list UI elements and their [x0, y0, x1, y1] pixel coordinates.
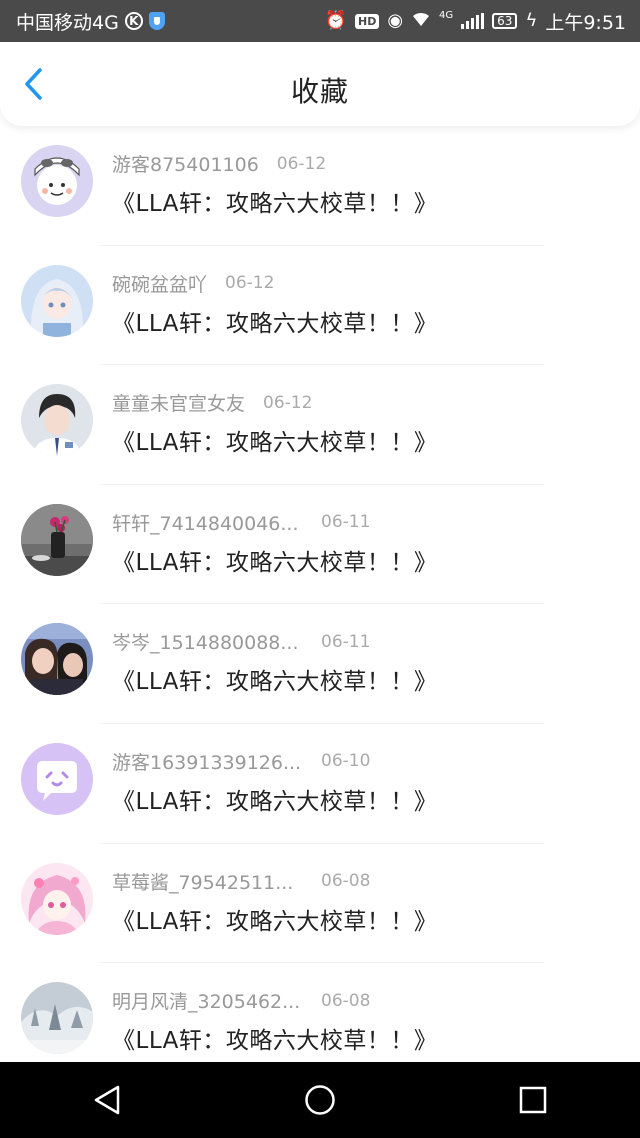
avatar[interactable] [21, 264, 93, 337]
post-title[interactable]: 《LLA轩：攻略六大校草！！》 [112, 1021, 437, 1055]
charging-icon: ϟ [525, 10, 538, 31]
item-meta: 岑岑_1514880088... 06-11 [112, 628, 370, 655]
item-meta: 草莓酱_79542511... 06-08 [112, 868, 370, 895]
post-date: 06-11 [321, 631, 371, 652]
post-date: 06-10 [321, 751, 371, 772]
list-item[interactable]: 草莓酱_79542511... 06-08 《LLA轩：攻略六大校草！！》 [0, 844, 640, 964]
avatar[interactable] [21, 862, 93, 935]
item-meta: 碗碗盆盆吖 06-12 [112, 270, 274, 297]
avatar[interactable] [21, 503, 93, 576]
post-title[interactable]: 《LLA轩：攻略六大校草！！》 [112, 782, 437, 816]
post-date: 06-08 [321, 990, 371, 1011]
username: 草莓酱_79542511... [112, 871, 294, 894]
username: 童童未官宣女友 [112, 393, 246, 416]
avatar[interactable] [21, 384, 93, 457]
avatar[interactable] [21, 623, 93, 696]
wifi-icon [411, 11, 431, 31]
avatar[interactable] [21, 145, 93, 217]
carrier-label: 中国移动4G [16, 11, 119, 34]
system-nav-bar [0, 1062, 640, 1138]
post-title[interactable]: 《LLA轩：攻略六大校草！！》 [112, 662, 437, 696]
list-item[interactable]: 碗碗盆盆吖 06-12 《LLA轩：攻略六大校草！！》 [0, 246, 640, 366]
post-date: 06-12 [276, 153, 327, 174]
alarm-icon: ⏰ [324, 10, 347, 31]
list-item[interactable]: 轩轩_7414840046... 06-11 《LLA轩：攻略六大校草！！》 [0, 485, 640, 605]
post-title[interactable]: 《LLA轩：攻略六大校草！！》 [112, 304, 437, 338]
eye-icon: ◉ [387, 10, 404, 31]
post-title[interactable]: 《LLA轩：攻略六大校草！！》 [112, 902, 437, 936]
username: 岑岑_1514880088... [112, 632, 299, 655]
list-item[interactable]: 明月风清_3205462... 06-08 《LLA轩：攻略六大校草！！》 [0, 963, 640, 1062]
post-title[interactable]: 《LLA轩：攻略六大校草！！》 [112, 543, 437, 577]
avatar[interactable] [21, 742, 93, 815]
post-date: 06-12 [263, 392, 313, 413]
item-meta: 轩轩_7414840046... 06-11 [112, 509, 370, 536]
battery-icon: 63 [492, 13, 518, 29]
username: 碗碗盆盆吖 [112, 273, 208, 296]
post-date: 06-12 [225, 273, 275, 294]
username: 轩轩_7414840046... [112, 512, 299, 535]
list-item[interactable]: 游客875401106 06-12 《LLA轩：攻略六大校草！！》 [0, 126, 640, 246]
nav-recents-button[interactable] [503, 1070, 563, 1130]
hd-icon: HD [354, 13, 380, 29]
signal-icon [461, 13, 485, 29]
username: 明月风清_3205462... [112, 991, 301, 1014]
nav-back-button[interactable] [77, 1070, 137, 1130]
item-meta: 童童未官宣女友 06-12 [112, 389, 312, 416]
nav-home-button[interactable] [290, 1070, 350, 1130]
clock-label: 上午9:51 [545, 11, 626, 34]
app-header: 收藏 [0, 42, 640, 126]
list-item[interactable]: 岑岑_1514880088... 06-11 《LLA轩：攻略六大校草！！》 [0, 604, 640, 724]
list-item[interactable]: 童童未官宣女友 06-12 《LLA轩：攻略六大校草！！》 [0, 365, 640, 485]
item-meta: 游客875401106 06-12 [112, 150, 326, 177]
shield-icon [148, 12, 165, 30]
network-type-label: 4G [439, 9, 454, 21]
list-item[interactable]: 游客16391339126... 06-10 《LLA轩：攻略六大校草！！》 [0, 724, 640, 844]
post-date: 06-11 [321, 512, 371, 533]
favorites-list: 游客875401106 06-12 《LLA轩：攻略六大校草！！》 碗碗盆盆吖 … [0, 126, 640, 1062]
username: 游客16391339126... [112, 751, 302, 774]
post-title[interactable]: 《LLA轩：攻略六大校草！！》 [112, 184, 437, 218]
page-title: 收藏 [290, 75, 349, 108]
username: 游客875401106 [112, 154, 259, 176]
item-meta: 明月风清_3205462... 06-08 [112, 987, 370, 1014]
status-bar: 中国移动4G K ⏰ HD ◉ 4G 63 ϟ 上午9:51 [0, 0, 640, 42]
item-meta: 游客16391339126... 06-10 [112, 748, 370, 775]
post-title[interactable]: 《LLA轩：攻略六大校草！！》 [112, 423, 437, 457]
post-date: 06-08 [321, 871, 371, 892]
k-badge-icon: K [124, 12, 143, 30]
avatar[interactable] [21, 982, 93, 1055]
square-recents-icon [520, 1086, 547, 1114]
circle-home-icon [305, 1085, 335, 1115]
triangle-back-icon [94, 1085, 119, 1115]
